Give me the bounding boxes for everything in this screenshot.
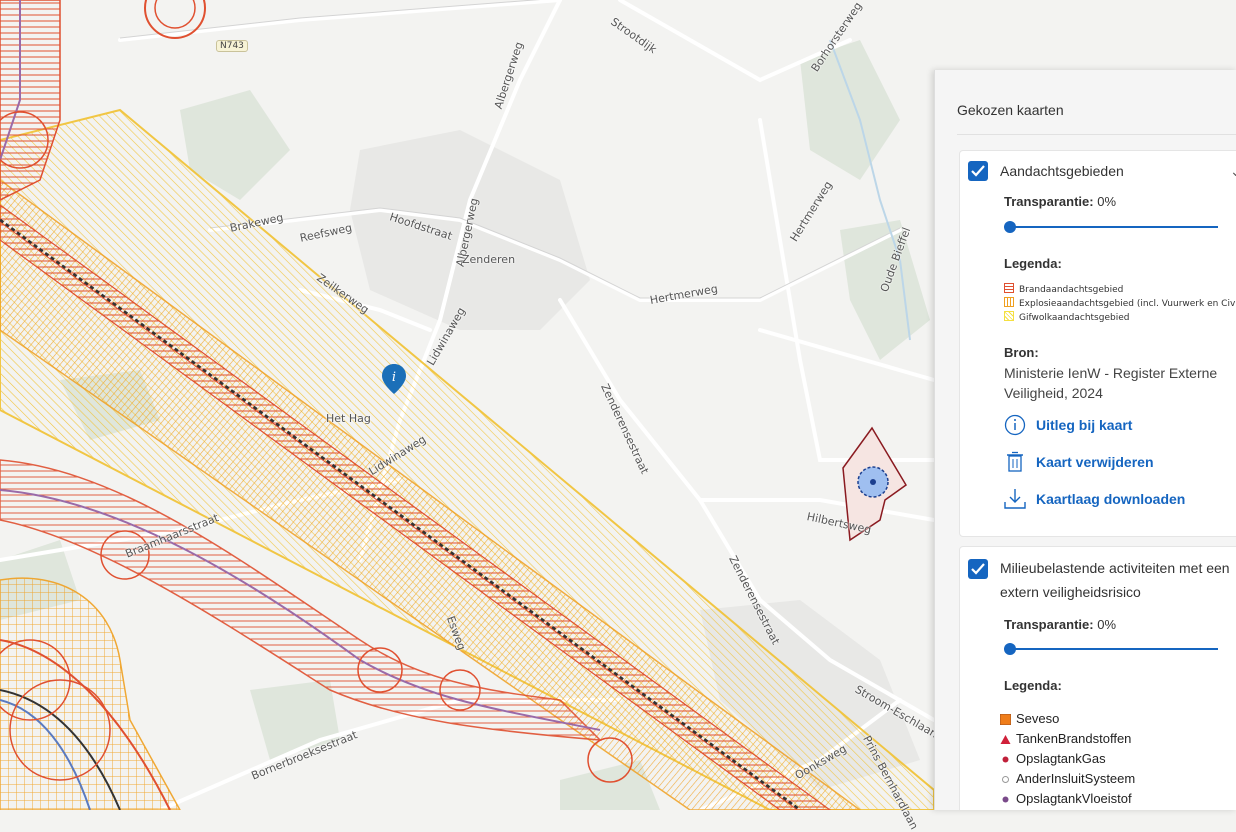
svg-text:i: i (392, 370, 396, 385)
panel-title: Gekozen kaarten (957, 102, 1064, 118)
dot-outline-icon (1002, 776, 1009, 783)
legend-label: Legenda: (1004, 256, 1062, 271)
legend-label: Legenda: (1004, 678, 1062, 693)
transparency-value: 0% (1097, 617, 1117, 632)
road-badge-n743: N743 (216, 40, 248, 52)
legend-item-anderinsluitsysteem: AnderInsluitSysteem (1002, 771, 1135, 786)
dot-icon (1002, 756, 1009, 763)
panel-divider (957, 134, 1236, 135)
legend-item-opslagtankvloeistof: OpslagtankVloeistof (1002, 791, 1132, 806)
legend-item-brand: Brandaandachtsgebied (1004, 283, 1123, 295)
layer-card-milieubelastende: Milieubelastende activiteiten met een ex… (959, 546, 1236, 810)
check-icon (971, 563, 985, 575)
layer-title: Aandachtsgebieden (1000, 163, 1124, 179)
label-het-hag: Het Hag (326, 412, 371, 425)
label-zenderen: Zenderen (462, 253, 516, 266)
slider-track (1008, 648, 1218, 650)
transparency-value: 0% (1097, 194, 1117, 209)
check-icon (971, 165, 985, 177)
chevron-down-icon[interactable]: ⌄ (1230, 163, 1236, 180)
legend-item-gifwolk: Gifwolkaandachtsgebied (1004, 311, 1129, 323)
source-text: Ministerie IenW - Register Externe Veili… (1004, 365, 1218, 401)
transparency-slider[interactable] (1004, 221, 1220, 233)
legend-item-tankenbrandstoffen: TankenBrandstoffen (1000, 731, 1131, 746)
slider-handle[interactable] (1004, 221, 1016, 233)
layer-title: Milieubelastende activiteiten met een ex… (1000, 560, 1230, 600)
transparency-label: Transparantie: 0% (1004, 617, 1117, 632)
layer-card-aandachtsgebieden: Aandachtsgebieden ⌄ Transparantie: 0% Le… (959, 150, 1236, 537)
transparency-slider[interactable] (1004, 643, 1220, 655)
layers-panel: Gekozen kaarten Aandachtsgebieden ⌄ Tran… (934, 70, 1236, 810)
info-icon (1004, 414, 1026, 436)
square-icon (1000, 714, 1011, 725)
slider-track (1008, 226, 1218, 228)
triangle-icon (1000, 735, 1011, 744)
layer-checkbox-milieubelastende[interactable] (968, 559, 988, 579)
legend-item-explosie: Explosieaandachtsgebied (incl. Vuurwerk … (1004, 297, 1236, 309)
slider-handle[interactable] (1004, 643, 1016, 655)
layer-checkbox-aandachtsgebieden[interactable] (968, 161, 988, 181)
info-pin-icon[interactable]: i (381, 363, 407, 395)
source-label: Bron: (1004, 345, 1039, 360)
transparency-label: Transparantie: 0% (1004, 194, 1117, 209)
trash-icon (1007, 451, 1023, 472)
download-icon (1004, 489, 1026, 509)
legend-item-seveso: Seveso (1000, 711, 1059, 726)
legend-item-opslagtankgas: OpslagtankGas (1002, 751, 1106, 766)
dot-icon (1002, 796, 1009, 803)
